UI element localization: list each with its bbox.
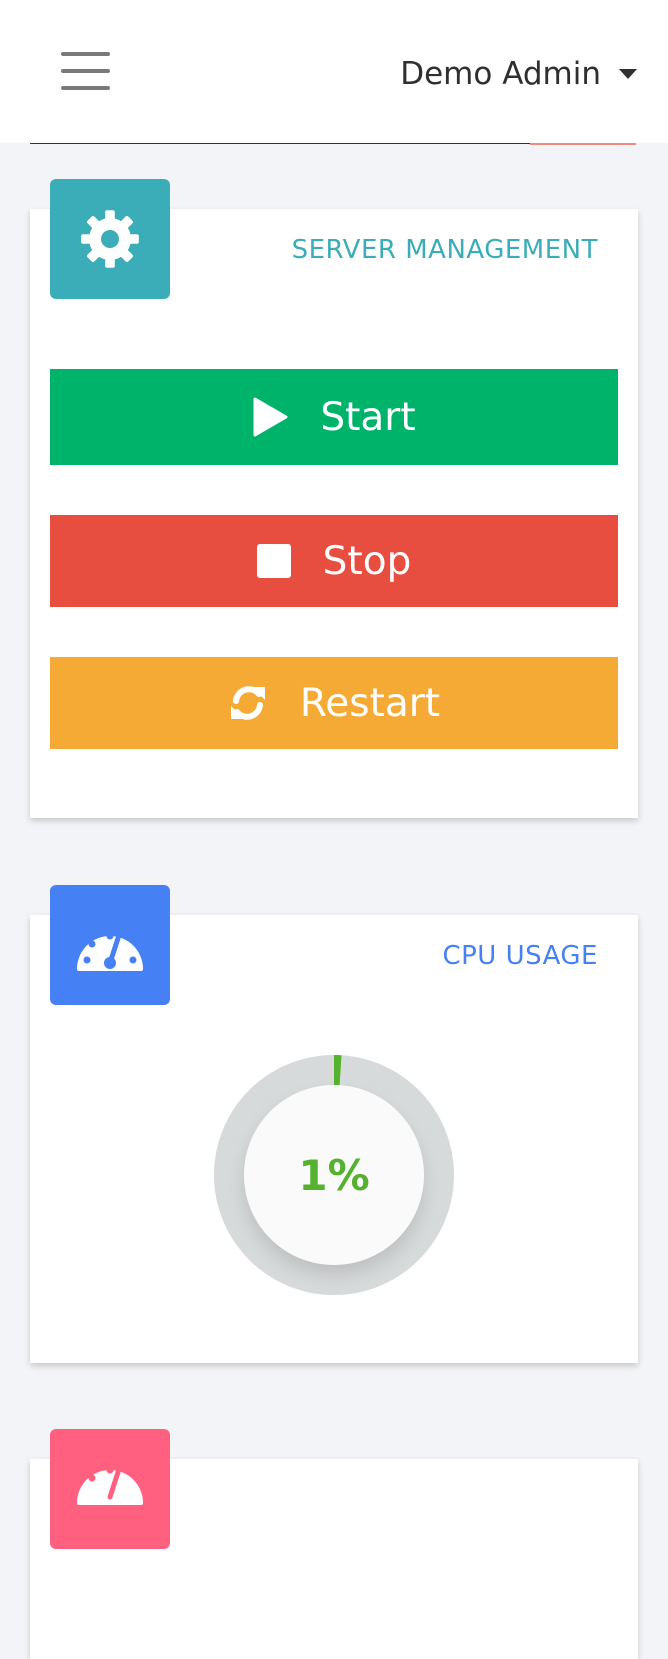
- restart-button-label: Restart: [299, 680, 441, 726]
- gauge-icon: [77, 926, 143, 971]
- start-button[interactable]: Start: [50, 369, 618, 465]
- top-navbar: Demo Admin: [0, 0, 668, 143]
- gear-icon: [81, 210, 139, 268]
- menu-toggle-button[interactable]: [61, 52, 111, 92]
- gauge-icon: [77, 1460, 143, 1505]
- user-name: Demo Admin: [400, 56, 601, 92]
- card-title: CPU USAGE: [442, 941, 598, 971]
- cpu-gauge-center: 1%: [244, 1085, 424, 1265]
- cpu-usage-card: CPU USAGE 1%: [30, 885, 638, 1363]
- card-header-icon: [50, 1429, 170, 1549]
- card-header-icon: [50, 179, 170, 299]
- navbar-divider: [30, 143, 530, 144]
- cpu-usage-value: 1%: [298, 1150, 370, 1200]
- caret-down-icon: [619, 69, 637, 79]
- stop-button-label: Stop: [322, 538, 412, 584]
- start-button-label: Start: [320, 394, 416, 440]
- user-dropdown[interactable]: Demo Admin: [400, 52, 637, 96]
- memory-usage-card: [30, 1429, 638, 1659]
- navbar-accent-line: [530, 143, 636, 145]
- stop-icon: [256, 544, 291, 578]
- cpu-gauge: 1%: [214, 1055, 454, 1295]
- card-header-icon: [50, 885, 170, 1005]
- card-title: SERVER MANAGEMENT: [291, 235, 598, 265]
- play-icon: [252, 397, 288, 437]
- sync-icon: [228, 683, 268, 723]
- stop-button[interactable]: Stop: [50, 515, 618, 607]
- server-management-card: SERVER MANAGEMENT Start Stop Restart: [30, 179, 638, 818]
- restart-button[interactable]: Restart: [50, 657, 618, 749]
